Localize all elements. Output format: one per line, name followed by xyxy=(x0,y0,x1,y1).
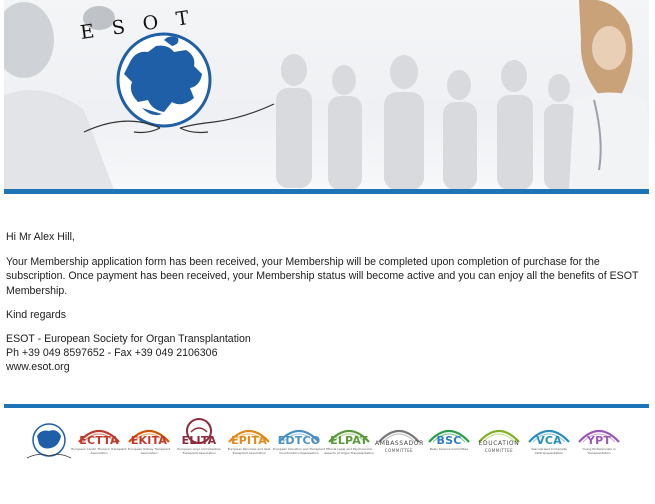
membership-message: Your Membership application form has bee… xyxy=(6,256,639,297)
elita-logo[interactable]: ELITA European Liver and Intestine Trans… xyxy=(175,416,223,468)
elpat-subtitle: Ethical Legal and Psychosocial Aspects o… xyxy=(324,447,374,455)
elita-subtitle: European Liver and Intestine Transplant … xyxy=(177,447,221,455)
ambassador-committee-logo[interactable]: AMBASSADOR COMMITTEE xyxy=(375,416,423,468)
elpat-label: ELPAT xyxy=(330,434,368,447)
epita-label: EPITA xyxy=(231,434,267,447)
esot-globe-logo[interactable] xyxy=(25,416,73,468)
ambassador-subtitle: COMMITTEE xyxy=(384,448,414,453)
epita-logo[interactable]: EPITA European Pancreas and Islet Transp… xyxy=(225,416,273,468)
education-subtitle: COMMITTEE xyxy=(484,448,514,453)
ectta-logo[interactable]: ECTTA European Cardio Thoracic Transplan… xyxy=(71,416,127,468)
vca-subtitle: Vascularised Composite Allotransplantati… xyxy=(531,447,567,455)
doctor-right-image xyxy=(569,0,649,190)
closing: Kind regards xyxy=(6,308,67,321)
header-divider xyxy=(4,189,649,194)
signature-organization: ESOT - European Society for Organ Transp… xyxy=(6,333,251,346)
ypt-label: YPT xyxy=(586,434,612,447)
epita-subtitle: European Pancreas and Islet Transplant A… xyxy=(227,447,271,455)
elita-label: ELITA xyxy=(181,434,217,447)
signature-phone: Ph +39 049 8597652 - Fax +39 049 2106306 xyxy=(6,347,218,360)
ypt-subtitle: Young Professionals in Transplantation xyxy=(582,447,616,455)
elpat-logo[interactable]: ELPAT Ethical Legal and Psychosocial Asp… xyxy=(324,416,374,468)
greeting: Hi Mr Alex Hill, xyxy=(6,231,75,243)
edtco-subtitle: European Donation and Transplant Coordin… xyxy=(272,447,325,455)
esot-globe-icon xyxy=(26,423,72,459)
people-background-image xyxy=(276,54,576,190)
ambassador-label: AMBASSADOR xyxy=(375,440,424,447)
ekita-logo[interactable]: EKITA European Kidney Transplant Associa… xyxy=(125,416,173,468)
ypt-logo[interactable]: YPT Young Professionals in Transplantati… xyxy=(575,416,623,468)
bsc-logo[interactable]: BSC Basic Science Committee xyxy=(425,416,473,468)
ectta-label: ECTTA xyxy=(79,434,119,447)
edtco-logo[interactable]: EDTCO European Donation and Transplant C… xyxy=(273,416,325,468)
signature-website-link[interactable]: www.esot.org xyxy=(6,360,646,374)
edtco-label: EDTCO xyxy=(277,434,321,447)
vca-label: VCA xyxy=(536,434,562,447)
email-body: Hi Mr Alex Hill, Your Membership applica… xyxy=(6,230,646,375)
email-header-banner: E S O T xyxy=(4,0,649,190)
education-label: EDUCATION xyxy=(478,440,520,447)
bsc-subtitle: Basic Science Committee xyxy=(429,447,469,451)
vca-logo[interactable]: VCA Vascularised Composite Allotransplan… xyxy=(525,416,573,468)
ekita-label: EKITA xyxy=(130,434,168,447)
ekita-subtitle: European Kidney Transplant Association xyxy=(127,447,170,455)
section-logos-row: ECTTA European Cardio Thoracic Transplan… xyxy=(25,416,625,468)
education-committee-logo[interactable]: EDUCATION COMMITTEE xyxy=(475,416,523,468)
ectta-subtitle: European Cardio Thoracic Transplant Asso… xyxy=(71,447,127,455)
bsc-label: BSC xyxy=(436,434,462,447)
footer-divider xyxy=(4,404,649,408)
